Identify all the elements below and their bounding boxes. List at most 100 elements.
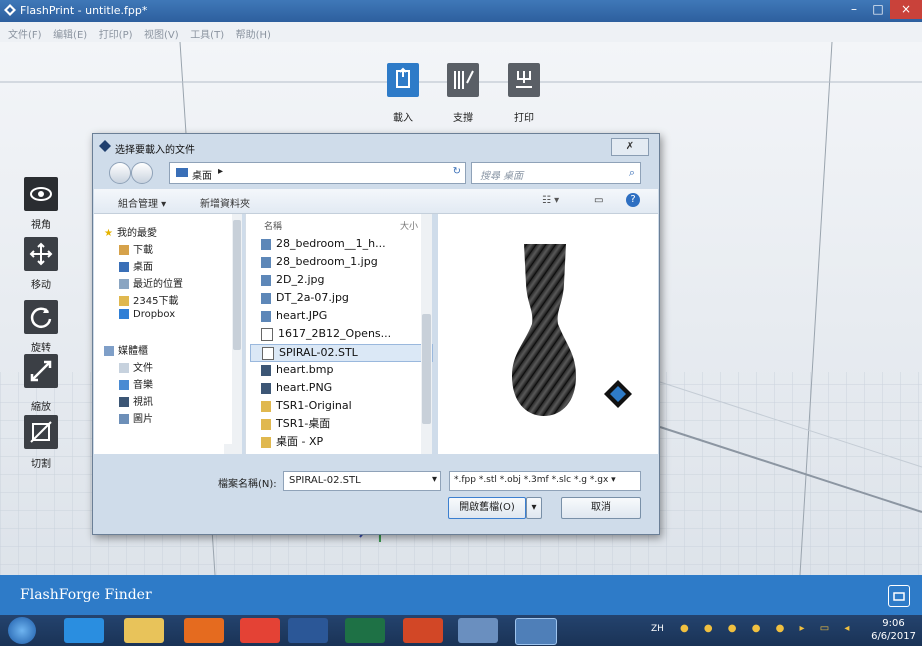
file-item-selected[interactable]: SPIRAL-02.STL bbox=[250, 344, 433, 362]
open-dropdown-button[interactable]: ▾ bbox=[526, 497, 542, 519]
load-button[interactable] bbox=[387, 63, 419, 97]
refresh-icon[interactable]: ↻ bbox=[453, 166, 461, 177]
documents-icon bbox=[119, 363, 129, 373]
close-button[interactable]: × bbox=[890, 0, 922, 19]
organize-button[interactable]: 組合管理 ▾ bbox=[118, 195, 166, 210]
flashprint-file-icon bbox=[261, 327, 273, 341]
file-type-filter[interactable]: *.fpp *.stl *.obj *.3mf *.slc *.g *.gx ▾ bbox=[449, 471, 641, 491]
nav-hscrollbar[interactable] bbox=[224, 444, 242, 454]
move-button[interactable] bbox=[24, 237, 58, 271]
chrome-taskbar-icon[interactable] bbox=[240, 618, 280, 643]
file-item[interactable]: 2D_2.jpg bbox=[261, 272, 325, 288]
view-button[interactable] bbox=[24, 177, 58, 211]
powerpoint-taskbar-icon[interactable] bbox=[403, 618, 443, 643]
file-item[interactable]: heart.PNG bbox=[261, 380, 332, 396]
address-bar[interactable]: 桌面 ▸ ↻ bbox=[169, 162, 466, 184]
column-size[interactable]: 大小 bbox=[400, 219, 418, 232]
nav-videos[interactable]: 視訊 bbox=[119, 393, 153, 408]
view-options-icon[interactable]: ☷ ▾ bbox=[542, 195, 559, 206]
nav-2345-downloads[interactable]: 2345下載 bbox=[119, 292, 178, 307]
nav-recent[interactable]: 最近的位置 bbox=[119, 275, 183, 290]
input-language[interactable]: ZH bbox=[651, 624, 664, 634]
vase-preview-image bbox=[512, 244, 632, 416]
nav-favorites[interactable]: ★ 我的最愛 bbox=[104, 224, 157, 239]
column-name[interactable]: 名稱 bbox=[264, 219, 282, 232]
nav-dropbox[interactable]: Dropbox bbox=[119, 309, 175, 320]
cancel-button[interactable]: 取消 bbox=[561, 497, 641, 519]
nav-desktop[interactable]: 桌面 bbox=[119, 258, 153, 273]
star-icon: ★ bbox=[104, 228, 113, 239]
preview-pane-icon[interactable]: ▭ bbox=[594, 195, 603, 206]
nav-documents[interactable]: 文件 bbox=[119, 359, 153, 374]
nav-downloads[interactable]: 下載 bbox=[119, 241, 153, 256]
printer-settings-button[interactable] bbox=[888, 585, 910, 607]
flashprint-app-icon bbox=[4, 4, 16, 16]
system-clock[interactable]: 9:06 6/6/2017 bbox=[871, 617, 916, 643]
start-button[interactable] bbox=[8, 617, 36, 644]
excel-taskbar-icon[interactable] bbox=[345, 618, 385, 643]
file-item[interactable]: 桌面 - XP bbox=[261, 434, 323, 450]
music-icon bbox=[119, 380, 129, 390]
file-item[interactable]: TSR1-Original bbox=[261, 398, 352, 414]
notepad-taskbar-icon[interactable] bbox=[458, 618, 498, 643]
print-label: 打印 bbox=[514, 113, 534, 124]
new-folder-button[interactable]: 新增資料夾 bbox=[200, 195, 250, 210]
cut-icon bbox=[30, 421, 52, 443]
file-item[interactable]: heart.bmp bbox=[261, 362, 334, 378]
nav-scrollbar[interactable] bbox=[232, 214, 242, 444]
load-label: 載入 bbox=[393, 113, 413, 124]
file-item[interactable]: 28_bedroom__1_h... bbox=[261, 236, 386, 252]
window-title: FlashPrint - untitle.fpp* bbox=[20, 4, 148, 17]
nav-pictures[interactable]: 圖片 bbox=[119, 410, 153, 425]
tray-icons[interactable]: ● ● ● ● ● ▸ ▭ ◂ bbox=[680, 623, 855, 634]
eye-icon bbox=[30, 187, 52, 201]
ie-taskbar-icon[interactable] bbox=[64, 618, 104, 643]
maximize-button[interactable]: □ bbox=[866, 0, 890, 19]
explorer-taskbar-icon[interactable] bbox=[124, 618, 164, 643]
image-file-icon bbox=[261, 310, 271, 322]
flashprint-taskbar-icon[interactable] bbox=[515, 618, 557, 645]
file-item[interactable]: 1617_2B12_Opens... bbox=[261, 326, 391, 342]
menu-help[interactable]: 帮助(H) bbox=[236, 26, 271, 41]
menu-file[interactable]: 文件(F) bbox=[8, 26, 42, 41]
print-button[interactable] bbox=[508, 63, 540, 97]
search-icon: ⌕ bbox=[628, 166, 635, 179]
file-item[interactable]: TSR1-桌面 bbox=[261, 416, 330, 432]
scale-button[interactable] bbox=[24, 354, 58, 388]
open-file-dialog: 选择要載入的文件 ✗ 桌面 ▸ ↻ 搜尋 桌面 ⌕ 組合管理 ▾ 新增資料夾 ☷… bbox=[92, 133, 660, 535]
back-button[interactable] bbox=[109, 162, 131, 184]
printer-icon bbox=[893, 592, 905, 601]
file-item[interactable]: DT_2a-07.jpg bbox=[261, 290, 349, 306]
printer-name: FlashForge Finder bbox=[20, 587, 152, 603]
nav-music[interactable]: 音樂 bbox=[119, 376, 153, 391]
word-taskbar-icon[interactable] bbox=[288, 618, 328, 643]
menu-print[interactable]: 打印(P) bbox=[99, 26, 133, 41]
open-button[interactable]: 開啟舊檔(O) bbox=[448, 497, 526, 519]
media-taskbar-icon[interactable] bbox=[184, 618, 224, 643]
menu-view[interactable]: 视图(V) bbox=[144, 26, 179, 41]
filename-value: SPIRAL-02.STL bbox=[289, 475, 361, 486]
file-item[interactable]: 28_bedroom_1.jpg bbox=[261, 254, 378, 270]
shortcut-icon bbox=[261, 436, 271, 448]
dialog-close-button[interactable]: ✗ bbox=[611, 138, 649, 156]
downloads-icon bbox=[119, 245, 129, 255]
filename-input[interactable]: SPIRAL-02.STL ▾ bbox=[283, 471, 441, 491]
menu-bar: 文件(F) 编辑(E) 打印(P) 视图(V) 工具(T) 帮助(H) bbox=[0, 22, 922, 43]
menu-tools[interactable]: 工具(T) bbox=[190, 26, 224, 41]
address-chevron-icon: ▸ bbox=[218, 166, 224, 177]
filename-dropdown-icon[interactable]: ▾ bbox=[432, 474, 437, 485]
rotate-button[interactable] bbox=[24, 300, 58, 334]
support-button[interactable] bbox=[447, 63, 479, 97]
minimize-button[interactable]: – bbox=[842, 0, 866, 19]
forward-button[interactable] bbox=[131, 162, 153, 184]
search-input[interactable]: 搜尋 桌面 ⌕ bbox=[471, 162, 641, 184]
print-icon bbox=[516, 71, 532, 88]
file-item[interactable]: heart.JPG bbox=[261, 308, 327, 324]
nav-libraries[interactable]: 媒體櫃 bbox=[104, 342, 148, 357]
dropdown-arrow-icon: ▾ bbox=[531, 502, 537, 513]
image-file-icon bbox=[261, 256, 271, 268]
file-list-scrollbar[interactable] bbox=[421, 214, 432, 454]
cut-button[interactable] bbox=[24, 415, 58, 449]
help-icon[interactable]: ? bbox=[626, 193, 640, 207]
menu-edit[interactable]: 编辑(E) bbox=[53, 26, 87, 41]
